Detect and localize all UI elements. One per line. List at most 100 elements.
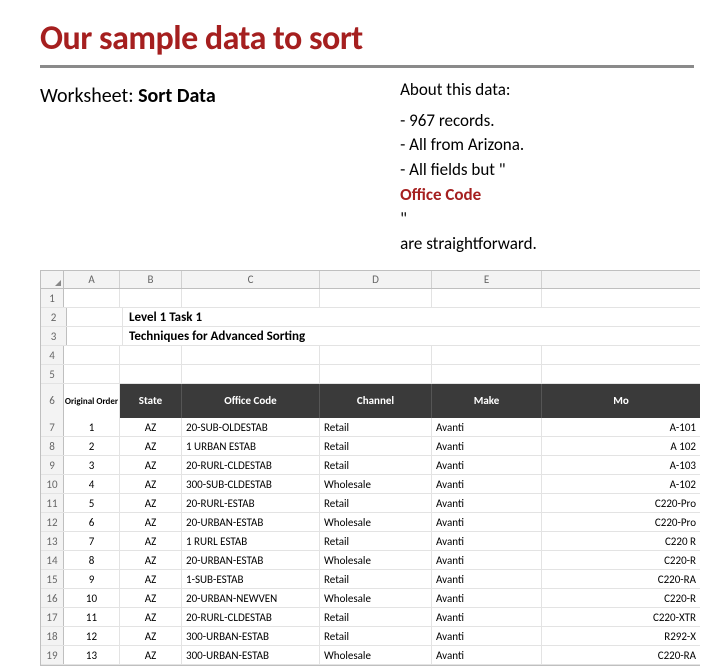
cell-channel[interactable]: Retail (320, 627, 432, 645)
cell-model[interactable]: A 102 (542, 437, 700, 455)
cell-order[interactable]: 2 (64, 437, 120, 455)
cell-channel[interactable]: Wholesale (320, 551, 432, 569)
cell-state[interactable]: AZ (120, 608, 182, 626)
cell-office-code[interactable]: 20-RURL-CLDESTAB (182, 456, 320, 474)
cell-make[interactable]: Avanti (432, 437, 542, 455)
cell-order[interactable]: 12 (64, 627, 120, 645)
cell-make[interactable]: Avanti (432, 456, 542, 474)
cell-order[interactable]: 13 (64, 646, 120, 664)
row-number[interactable]: 8 (41, 437, 64, 455)
cell-model[interactable]: C220-RA (542, 570, 700, 588)
cell-state[interactable]: AZ (120, 513, 182, 531)
row-number[interactable]: 4 (41, 346, 64, 364)
cell-order[interactable]: 8 (64, 551, 120, 569)
cell-state[interactable]: AZ (120, 494, 182, 512)
row-number[interactable]: 3 (41, 327, 67, 345)
cell-order[interactable]: 5 (64, 494, 120, 512)
select-all-cell[interactable] (41, 271, 64, 288)
cell-state[interactable]: AZ (120, 475, 182, 493)
cell-state[interactable]: AZ (120, 418, 182, 436)
cell-channel[interactable]: Wholesale (320, 513, 432, 531)
cell-office-code[interactable]: 20-SUB-OLDESTAB (182, 418, 320, 436)
cell-make[interactable]: Avanti (432, 589, 542, 607)
row-number[interactable]: 14 (41, 551, 64, 569)
cell-state[interactable]: AZ (120, 589, 182, 607)
row-number[interactable]: 12 (41, 513, 64, 531)
cell-model[interactable]: A-102 (542, 475, 700, 493)
cell-office-code[interactable]: 300-URBAN-ESTAB (182, 646, 320, 664)
cell-order[interactable]: 9 (64, 570, 120, 588)
col-C[interactable]: C (182, 271, 320, 288)
row-number[interactable]: 9 (41, 456, 64, 474)
cell-make[interactable]: Avanti (432, 475, 542, 493)
cell-office-code[interactable]: 300-URBAN-ESTAB (182, 627, 320, 645)
cell-model[interactable]: C220 R (542, 532, 700, 550)
cell-model[interactable]: C220-R (542, 589, 700, 607)
cell-make[interactable]: Avanti (432, 646, 542, 664)
cell-make[interactable]: Avanti (432, 570, 542, 588)
cell-channel[interactable]: Retail (320, 608, 432, 626)
cell-model[interactable]: C220-XTR (542, 608, 700, 626)
row-number[interactable]: 15 (41, 570, 64, 588)
cell-state[interactable]: AZ (120, 437, 182, 455)
col-A[interactable]: A (64, 271, 120, 288)
cell-office-code[interactable]: 20-URBAN-NEWVEN (182, 589, 320, 607)
cell-office-code[interactable]: 20-RURL-CLDESTAB (182, 608, 320, 626)
row-number[interactable]: 6 (41, 384, 64, 418)
cell-model[interactable]: C220-R (542, 551, 700, 569)
row-number[interactable]: 1 (41, 289, 64, 307)
cell-office-code[interactable]: 20-URBAN-ESTAB (182, 551, 320, 569)
cell-channel[interactable]: Retail (320, 570, 432, 588)
row-number[interactable]: 11 (41, 494, 64, 512)
cell-channel[interactable]: Wholesale (320, 475, 432, 493)
cell-order[interactable]: 7 (64, 532, 120, 550)
col-D[interactable]: D (320, 271, 432, 288)
cell-make[interactable]: Avanti (432, 418, 542, 436)
cell-make[interactable]: Avanti (432, 608, 542, 626)
cell-channel[interactable]: Wholesale (320, 589, 432, 607)
cell-make[interactable]: Avanti (432, 513, 542, 531)
cell-order[interactable]: 4 (64, 475, 120, 493)
cell-state[interactable]: AZ (120, 551, 182, 569)
row-number[interactable]: 10 (41, 475, 64, 493)
cell-office-code[interactable]: 1 URBAN ESTAB (182, 437, 320, 455)
cell-office-code[interactable]: 1 RURL ESTAB (182, 532, 320, 550)
row-number[interactable]: 17 (41, 608, 64, 626)
cell-model[interactable]: A-103 (542, 456, 700, 474)
cell-state[interactable]: AZ (120, 570, 182, 588)
cell-state[interactable]: AZ (120, 456, 182, 474)
cell-order[interactable]: 6 (64, 513, 120, 531)
cell-channel[interactable]: Retail (320, 437, 432, 455)
cell-model[interactable]: A-101 (542, 418, 700, 436)
cell-channel[interactable]: Wholesale (320, 646, 432, 664)
row-number[interactable]: 5 (41, 365, 64, 383)
row-number[interactable]: 2 (41, 308, 67, 326)
cell-order[interactable]: 11 (64, 608, 120, 626)
col-B[interactable]: B (120, 271, 182, 288)
col-F[interactable] (542, 271, 700, 288)
cell-order[interactable]: 3 (64, 456, 120, 474)
cell-office-code[interactable]: 20-RURL-ESTAB (182, 494, 320, 512)
cell-model[interactable]: C220-Pro (542, 513, 700, 531)
cell-office-code[interactable]: 1-SUB-ESTAB (182, 570, 320, 588)
cell-order[interactable]: 1 (64, 418, 120, 436)
cell-channel[interactable]: Retail (320, 456, 432, 474)
cell-channel[interactable]: Retail (320, 418, 432, 436)
row-number[interactable]: 7 (41, 418, 64, 436)
col-E[interactable]: E (432, 271, 542, 288)
cell-channel[interactable]: Retail (320, 532, 432, 550)
cell-state[interactable]: AZ (120, 646, 182, 664)
cell-make[interactable]: Avanti (432, 551, 542, 569)
cell-make[interactable]: Avanti (432, 627, 542, 645)
row-number[interactable]: 19 (41, 646, 64, 664)
row-number[interactable]: 18 (41, 627, 64, 645)
row-number[interactable]: 13 (41, 532, 64, 550)
cell-channel[interactable]: Retail (320, 494, 432, 512)
cell-model[interactable]: C220-Pro (542, 494, 700, 512)
cell-state[interactable]: AZ (120, 532, 182, 550)
cell-make[interactable]: Avanti (432, 532, 542, 550)
cell-model[interactable]: C220-RA (542, 646, 700, 664)
cell-model[interactable]: R292-X (542, 627, 700, 645)
cell-order[interactable]: 10 (64, 589, 120, 607)
cell-state[interactable]: AZ (120, 627, 182, 645)
